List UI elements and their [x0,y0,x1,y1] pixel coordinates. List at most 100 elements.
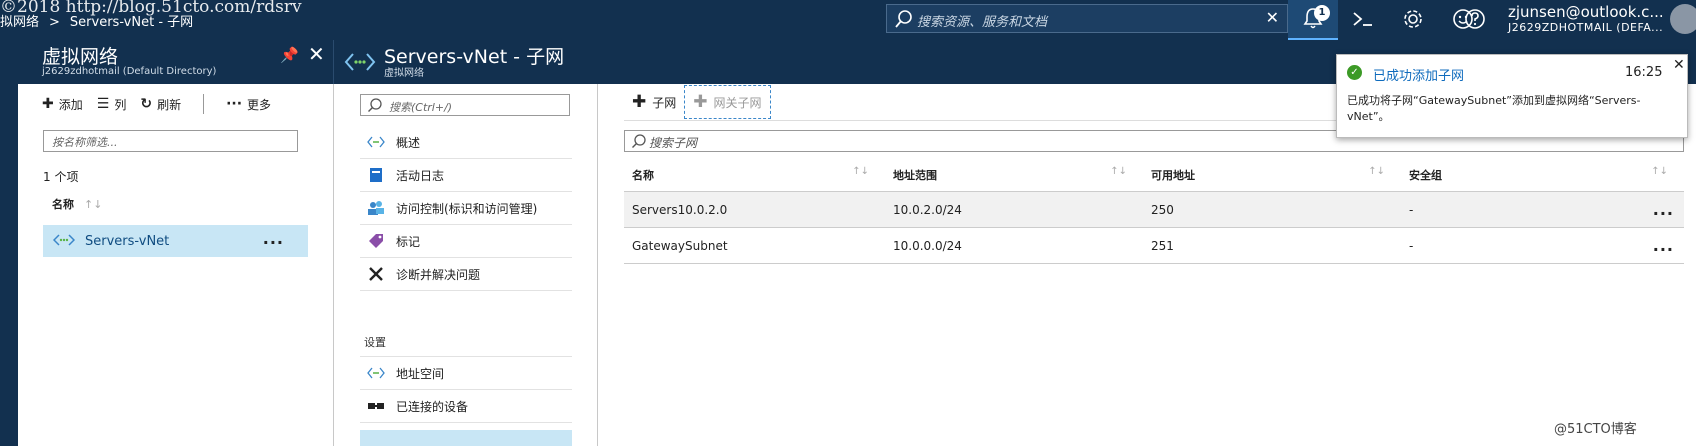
plus-icon: ✚ [42,96,54,112]
menu-item-address-space[interactable]: 地址空间 [360,357,572,390]
sort-icon: ↑↓ [852,165,869,177]
breadcrumb-separator: > [49,15,60,30]
search-icon [631,133,647,152]
help-button[interactable] [1450,0,1500,40]
pin-icon[interactable]: 📌 [280,46,299,64]
toast-message: 已成功将子网“GatewaySubnet”添加到虚拟网络“Servers-vNe… [1347,94,1641,123]
column-header-nsg[interactable]: 安全组 ↑↓ [1401,166,1684,183]
column-header-address-range[interactable]: 地址范围 ↑↓ [885,165,1143,183]
menu-item-connected-devices[interactable]: 已连接的设备 [360,390,572,423]
user-directory: J2629ZDHOTMAIL (DEFA... [1508,21,1664,34]
sort-icon: ↑↓ [84,198,103,211]
column-header-label: 可用地址 [1151,168,1195,182]
columns-icon: ☰ [96,96,110,112]
cloud-shell-button[interactable] [1338,0,1388,40]
cell-nsg: - [1409,202,1414,217]
blade1-subtitle: j2629zdhotmail (Default Directory) [42,66,217,77]
menu-item-label: 标记 [396,234,421,249]
column-header-label: 安全组 [1409,168,1442,182]
columns-button[interactable]: ☰ 列 [97,96,127,113]
table-row[interactable]: Servers10.0.2.0 10.0.2.0/24 250 - ... [624,192,1684,228]
notifications-button[interactable]: 1 [1288,0,1338,40]
item-count: 1 个项 [43,170,79,184]
users-icon [366,200,386,216]
filter-by-name-input[interactable]: 按名称筛选... [43,130,298,152]
subnets-table: 名称 ↑↓ 地址范围 ↑↓ 可用地址 ↑↓ 安全组 ↑↓ Servers10.0.2.0… [624,158,1684,264]
global-search-input[interactable]: 搜索资源、服务和文档 ✕ [886,4,1288,33]
blade1-toolbar: ✚ 添加 ☰ 列 ↻ 刷新 ··· 更多 [42,94,271,114]
tag-icon [366,233,386,249]
plus-icon: ✚ [632,92,647,112]
blade1-header: 虚拟网络 j2629zdhotmail (Default Directory) … [0,40,334,84]
wrench-icon [366,266,386,282]
refresh-button-label: 刷新 [157,97,182,112]
gear-icon [1402,8,1424,33]
menu-search-input[interactable]: 搜索(Ctrl+/) [360,94,570,116]
search-icon [367,97,383,116]
menu-item-tags[interactable]: 标记 [360,225,572,258]
vnet-name: Servers-vNet [85,233,170,249]
add-button[interactable]: ✚ 添加 [42,96,83,113]
clear-search-icon[interactable]: ✕ [1266,8,1279,27]
breadcrumb-item-subnets[interactable]: Servers-vNet - 子网 [70,15,193,30]
menu-item-overview[interactable]: 概述 [360,126,572,159]
menu-item-label: 概述 [396,135,421,150]
row-more-button[interactable]: ... [1653,236,1674,255]
column-header-name-label: 名称 [52,198,74,211]
column-header-name[interactable]: 名称 ↑↓ [624,165,885,183]
vnet-icon [366,136,386,148]
cell-name: GatewaySubnet [632,238,728,253]
menu-section-settings: 设置 [364,336,386,349]
add-button-label: 添加 [58,97,83,112]
list-item[interactable]: Servers-vNet ... [43,225,308,257]
refresh-button[interactable]: ↻ 刷新 [140,96,181,113]
sort-icon: ↑↓ [1368,165,1385,177]
column-header-label: 名称 [632,168,654,182]
sort-icon: ↑↓ [1110,165,1127,177]
top-bar: 拟网络 > Servers-vNet - 子网 ©2018 http://blog.… [0,0,1696,40]
column-header-name[interactable]: 名称 ↑↓ [52,196,102,212]
menu-item-label: 活动日志 [396,168,445,183]
terminal-icon [1352,10,1374,31]
add-gateway-subnet-button[interactable]: ✚ 网关子网 [684,85,771,119]
notification-count-badge: 1 [1314,5,1330,21]
subnets-toolbar: ✚ 子网 ✚ 网关子网 [624,84,771,120]
column-header-available[interactable]: 可用地址 ↑↓ [1143,165,1401,183]
menu-search-placeholder: 搜索(Ctrl+/) [389,101,453,114]
global-search-placeholder: 搜索资源、服务和文档 [917,15,1048,30]
blade2-subtitle: 虚拟网络 [384,68,424,79]
breadcrumb-item-vnet[interactable]: 拟网络 [0,15,39,30]
avatar[interactable] [1670,4,1696,34]
cell-name: Servers10.0.2.0 [632,202,728,217]
cell-address-range: 10.0.0.0/24 [893,238,962,253]
cell-nsg: - [1409,238,1414,253]
close-icon[interactable]: ✕ [1673,57,1685,73]
refresh-icon: ↻ [140,96,153,112]
cell-address-range: 10.0.2.0/24 [893,202,962,217]
connected-devices-icon [366,400,386,412]
success-icon: ✓ [1347,65,1362,80]
toast-title: 已成功添加子网 [1373,69,1465,84]
menu-item-access-control[interactable]: 访问控制(标识和访问管理) [360,192,572,225]
columns-button-label: 列 [114,97,127,112]
notification-toast[interactable]: ✓ 已成功添加子网 16:25 ✕ 已成功将子网“GatewaySubnet”添… [1336,54,1688,138]
menu-item-activity-log[interactable]: 活动日志 [360,159,572,192]
menu-item-subnets-selected[interactable] [360,430,572,446]
user-email: zjunsen@outlook.c... [1508,3,1664,21]
row-more-button[interactable]: ... [263,229,284,248]
add-gateway-subnet-label: 网关子网 [713,95,762,110]
account-menu[interactable]: zjunsen@outlook.c... J2629ZDHOTMAIL (DEF… [1508,3,1664,34]
footer-watermark: @51CTO博客 [1554,422,1637,437]
menu-item-diagnose[interactable]: 诊断并解决问题 [360,258,572,291]
add-subnet-button[interactable]: ✚ 子网 [624,85,684,119]
more-button-label: 更多 [247,97,272,112]
settings-button[interactable] [1388,0,1438,40]
table-header: 名称 ↑↓ 地址范围 ↑↓ 可用地址 ↑↓ 安全组 ↑↓ [624,158,1684,192]
more-button[interactable]: ··· 更多 [226,96,271,113]
menu-item-label: 地址空间 [396,366,445,381]
watermark-text: ©2018 http://blog.51cto.com/rdsrv [0,0,302,17]
table-row[interactable]: GatewaySubnet 10.0.0.0/24 251 - ... [624,228,1684,264]
close-icon[interactable]: ✕ [308,42,325,66]
blade1-title: 虚拟网络 [42,46,119,68]
row-more-button[interactable]: ... [1653,200,1674,219]
